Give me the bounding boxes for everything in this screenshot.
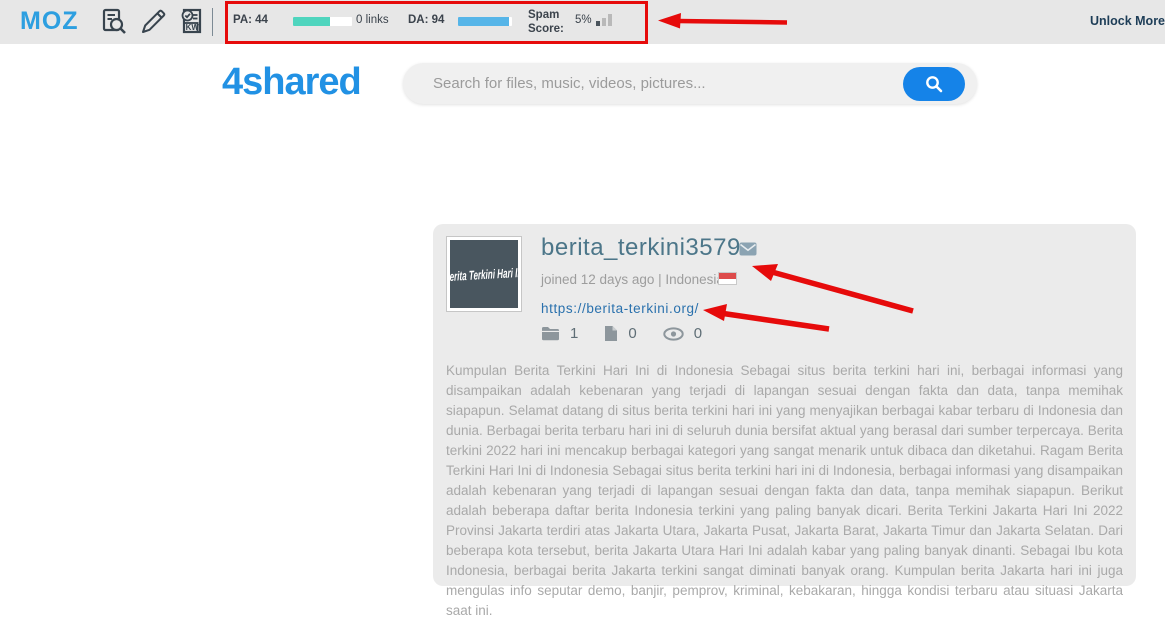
search-input[interactable]: [433, 63, 893, 104]
pa-score-label: PA: 44: [233, 14, 268, 26]
da-score-meter: [458, 17, 512, 26]
search-bar: [403, 63, 977, 104]
spam-score-label: Spam Score:: [528, 8, 574, 36]
moz-logo[interactable]: MOZ: [20, 7, 79, 36]
page-analysis-icon[interactable]: [98, 7, 128, 37]
da-score-label: DA: 94: [408, 14, 444, 26]
pencil-icon[interactable]: [138, 7, 168, 37]
views-stat[interactable]: 0: [663, 325, 702, 342]
toolbar-divider: [212, 8, 213, 36]
4shared-logo-4: 4: [222, 61, 242, 103]
profile-avatar: Berita Terkini Hari Ini: [447, 237, 521, 311]
pa-score-meter: [293, 17, 352, 26]
files-count: 0: [628, 325, 636, 342]
da-score-meter-fill: [458, 17, 509, 26]
search-icon: [925, 75, 943, 93]
send-message-envelope-icon[interactable]: [739, 242, 757, 261]
folder-icon: [541, 326, 560, 341]
joined-info: joined 12 days ago | Indonesia: [541, 272, 724, 287]
search-button[interactable]: [903, 67, 965, 101]
profile-card: Berita Terkini Hari Ini berita_terkini35…: [433, 224, 1136, 586]
website-link[interactable]: https://berita-terkini.org/: [541, 301, 699, 316]
spam-score-bars-icon: [596, 13, 612, 26]
file-icon: [604, 325, 618, 342]
pa-score-meter-fill: [293, 17, 330, 26]
4shared-logo-shared: shared: [242, 61, 361, 103]
profile-stats: 1 0 0: [541, 325, 702, 342]
links-count-label: 0 links: [356, 14, 389, 26]
svg-text:KW: KW: [186, 23, 200, 32]
indonesia-flag-icon: [718, 272, 737, 285]
unlock-more-link[interactable]: Unlock More F: [1090, 14, 1165, 28]
files-stat[interactable]: 0: [604, 325, 636, 342]
eye-icon: [663, 327, 684, 341]
keyword-kw-icon[interactable]: KW: [176, 7, 206, 37]
mozbar-toolbar: MOZ KW PA: 44 0 links DA: 94: [0, 0, 1165, 44]
spam-score-value: 5%: [575, 14, 592, 26]
profile-username: berita_terkini3579: [541, 234, 741, 262]
folders-stat[interactable]: 1: [541, 325, 578, 342]
avatar-text: Berita Terkini Hari Ini: [447, 264, 521, 284]
views-count: 0: [694, 325, 702, 342]
4shared-logo[interactable]: 4shared: [222, 61, 361, 104]
folders-count: 1: [570, 325, 578, 342]
profile-description: Kumpulan Berita Terkini Hari Ini di Indo…: [446, 361, 1123, 621]
